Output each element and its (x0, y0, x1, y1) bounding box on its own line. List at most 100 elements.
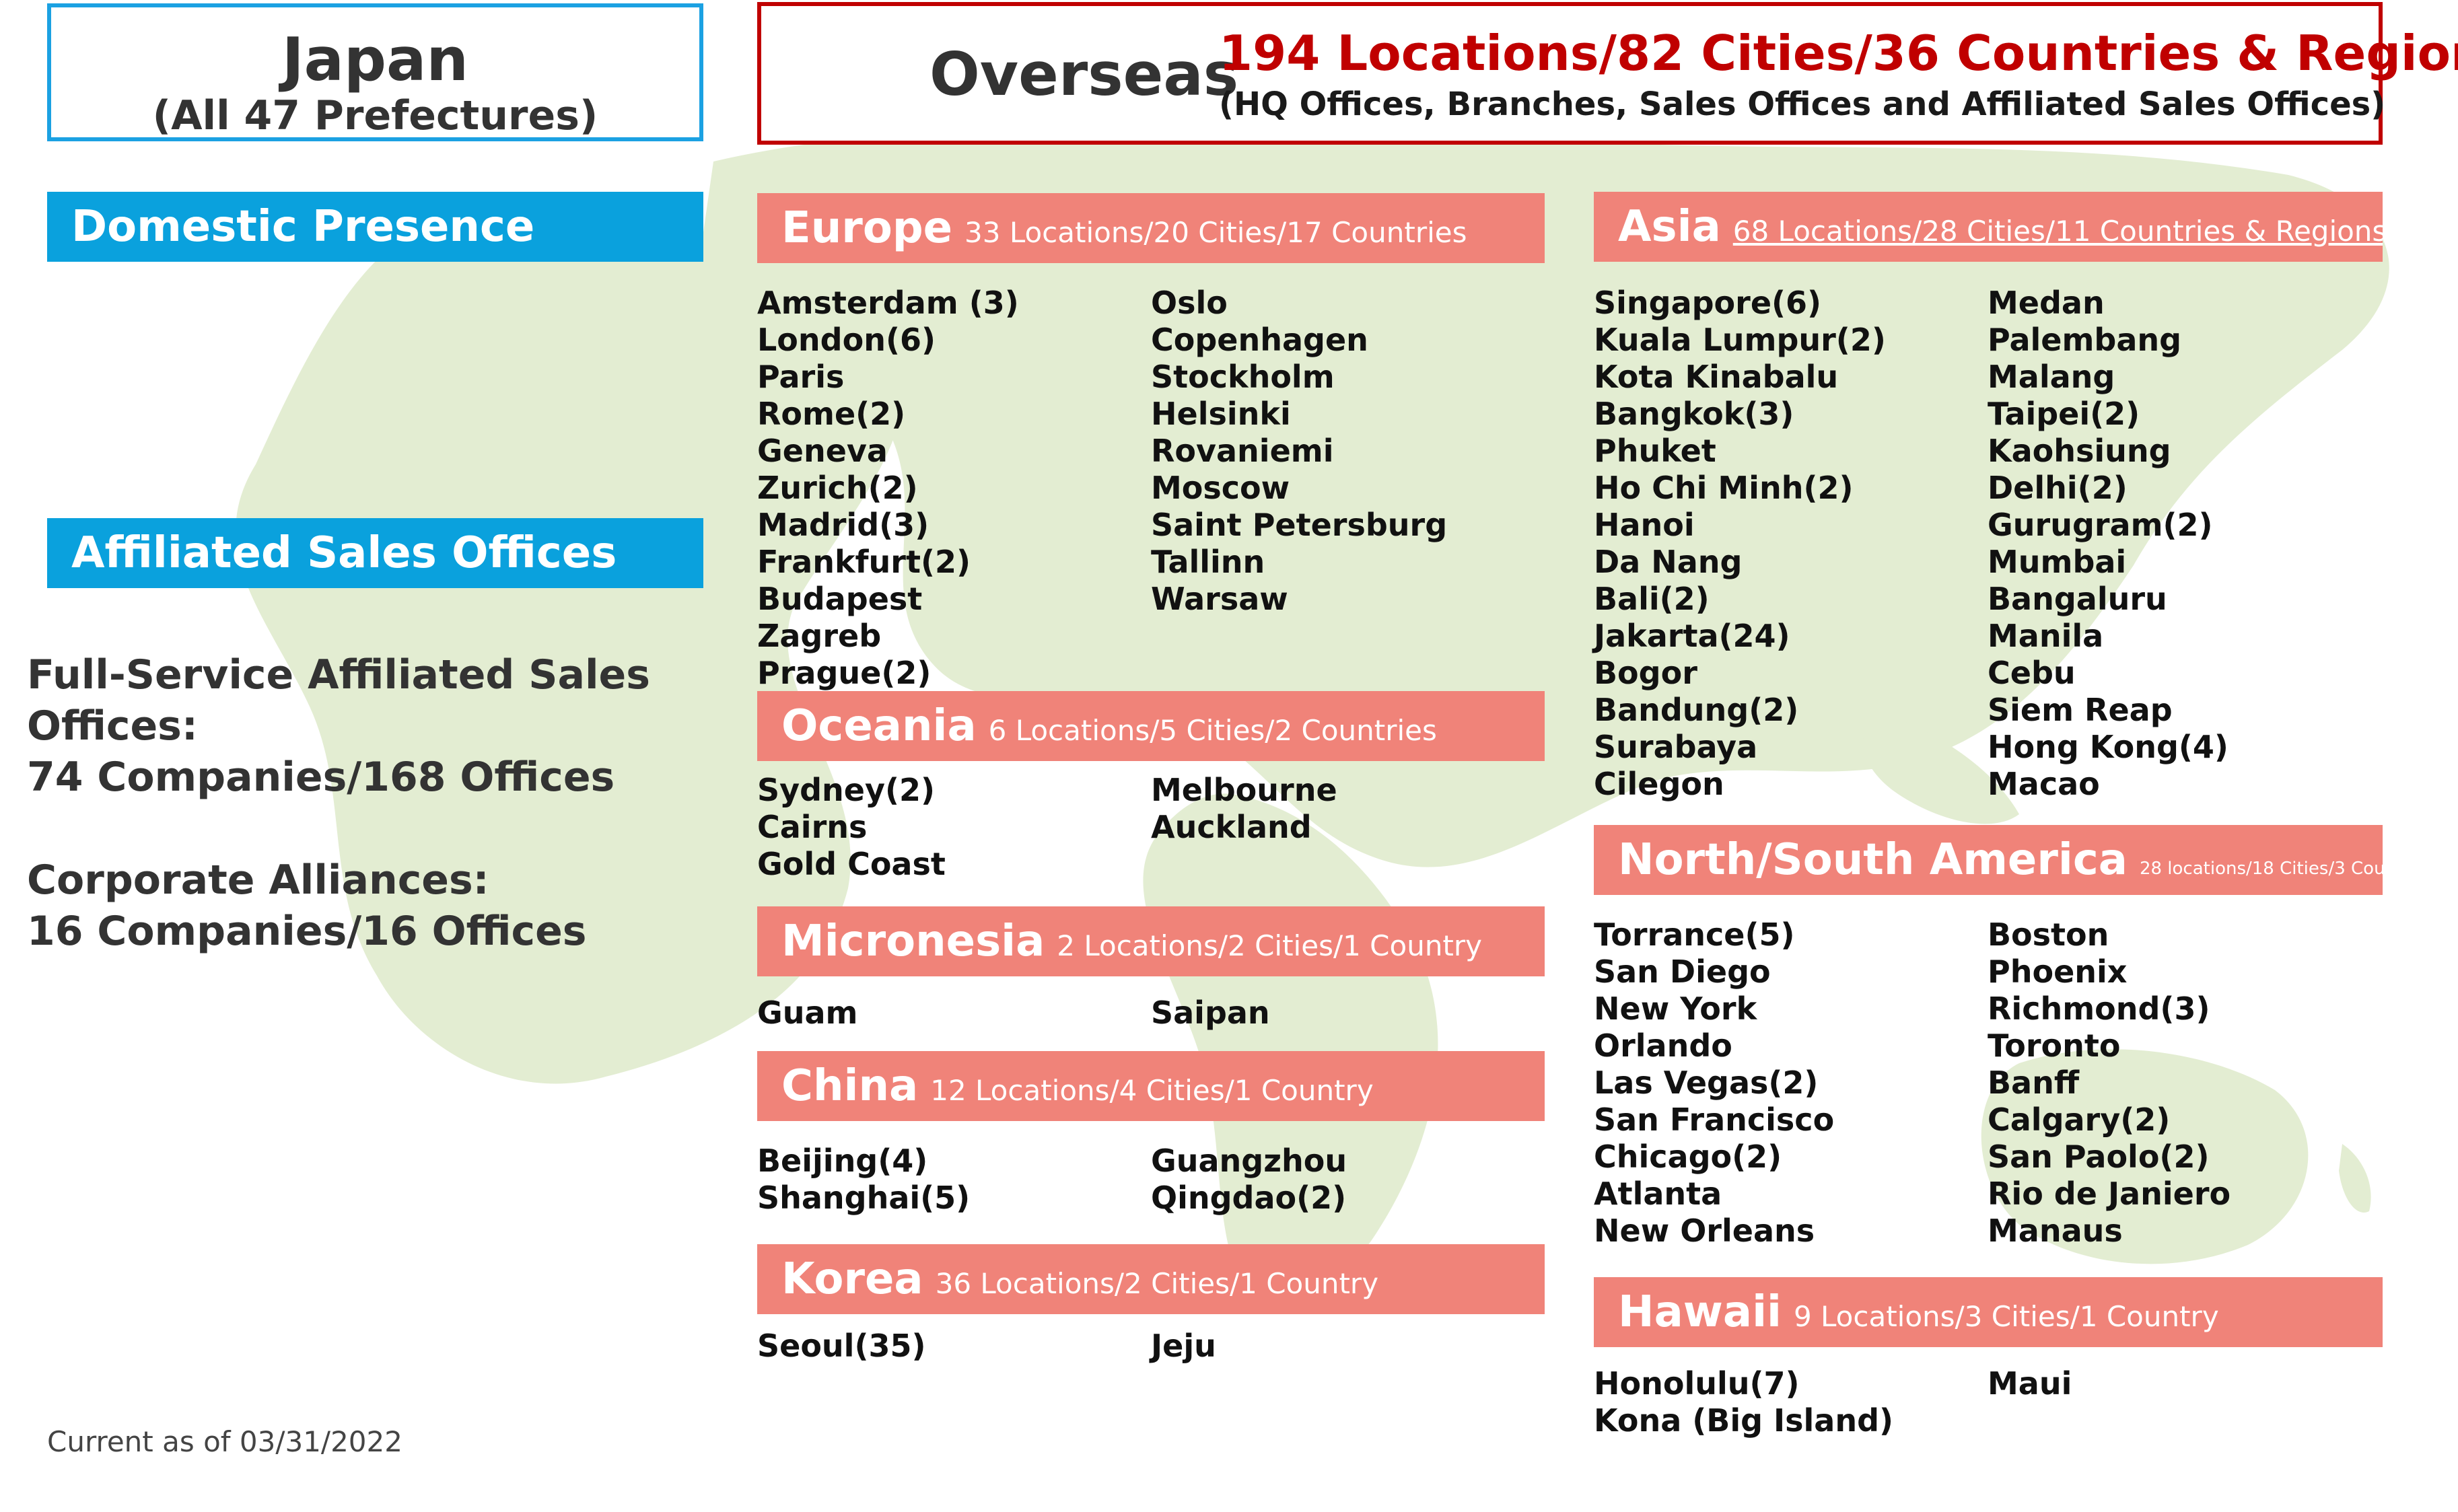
region-name: Oceania (781, 701, 977, 751)
city-item: Hong Kong(4) (1988, 729, 2228, 765)
micronesia-cities-col2: Saipan (1151, 995, 1270, 1032)
city-item: Macao (1988, 766, 2100, 802)
overseas-title: Overseas (929, 40, 1239, 109)
city-item: Rovaniemi (1151, 433, 1334, 469)
city-item: Bangkok(3) (1594, 396, 1794, 432)
city-item: Torrance(5) (1594, 916, 1795, 953)
corporate-alliances-summary: Corporate Alliances: 16 Companies/16 Off… (27, 855, 586, 957)
city-item: Singapore(6) (1594, 285, 1822, 321)
full-service-line: Full-Service Affiliated Sales (27, 651, 650, 698)
city-item: Beijing(4) (757, 1143, 928, 1179)
city-item: Bandung(2) (1594, 692, 1799, 728)
region-header-korea: Korea 36 Locations/2 Cities/1 Country (757, 1244, 1545, 1314)
city-item: Kona (Big Island) (1594, 1402, 1894, 1439)
region-name: North/South America (1618, 835, 2128, 885)
city-item: Jakarta(24) (1594, 618, 1790, 654)
city-item: Phuket (1594, 433, 1716, 469)
city-item: New Orleans (1594, 1213, 1815, 1249)
city-item: Maui (1988, 1365, 2072, 1402)
city-item: Bangaluru (1988, 581, 2167, 617)
region-stats: 68 Locations/28 Cities/11 Countries & Re… (1732, 215, 2383, 248)
region-header-europe: Europe 33 Locations/20 Cities/17 Countrie… (757, 193, 1545, 263)
city-item: Delhi(2) (1988, 470, 2128, 506)
city-item: Warsaw (1151, 581, 1288, 617)
city-item: San Paolo(2) (1988, 1139, 2210, 1175)
city-item: Auckland (1151, 809, 1312, 845)
city-item: Paris (757, 359, 845, 395)
city-item: San Diego (1594, 953, 1771, 990)
city-item: Gurugram(2) (1988, 507, 2213, 543)
city-item: Stockholm (1151, 359, 1335, 395)
city-item: Boston (1988, 916, 2109, 953)
city-item: Shanghai(5) (757, 1180, 971, 1216)
city-item: Qingdao(2) (1151, 1180, 1347, 1216)
city-item: Saipan (1151, 995, 1270, 1031)
region-stats: 36 Locations/2 Cities/1 Country (935, 1267, 1379, 1300)
city-item: Budapest (757, 581, 923, 617)
america-cities-col1: Torrance(5) San Diego New York Orlando Las V… (1594, 916, 1834, 1250)
city-item: Chicago(2) (1594, 1139, 1782, 1175)
asia-cities-col1: Singapore(6) Kuala Lumpur(2) Kota Kinabalu… (1594, 285, 1886, 803)
asia-cities-col2: Medan Palembang Malang Taipei(2) Kaohsiung De… (1988, 285, 2228, 803)
city-item: Bogor (1594, 655, 1697, 691)
europe-cities-col2: Oslo Copenhagen Stockholm Helsinki Rovaniemi… (1151, 285, 1447, 618)
city-item: Saint Petersburg (1151, 507, 1448, 543)
city-item: Mumbai (1988, 544, 2127, 580)
america-cities-col2: Boston Phoenix Richmond(3) Toronto Banff Calg… (1988, 916, 2231, 1250)
korea-cities-col1: Seoul(35) (757, 1328, 926, 1365)
full-service-summary: Full-Service Affiliated Sales Offices: 7… (27, 649, 650, 803)
city-item: Manaus (1988, 1213, 2123, 1249)
city-item: Guangzhou (1151, 1143, 1347, 1179)
region-header-asia: Asia 68 Locations/28 Cities/11 Countries … (1594, 192, 2383, 262)
city-item: Helsinki (1151, 396, 1291, 432)
as-of-date: Current as of 03/31/2022 (47, 1425, 402, 1458)
city-item: Taipei(2) (1988, 396, 2140, 432)
city-item: Cairns (757, 809, 868, 845)
city-item: Tallinn (1151, 544, 1265, 580)
region-name: Korea (781, 1254, 923, 1304)
region-stats: 33 Locations/20 Cities/17 Countries (964, 216, 1467, 249)
affiliated-sales-offices-bar: Affiliated Sales Offices (47, 518, 703, 588)
city-item: San Francisco (1594, 1102, 1835, 1138)
city-item: Frankfurt(2) (757, 544, 971, 580)
city-item: London(6) (757, 322, 936, 358)
city-item: Honolulu(7) (1594, 1365, 1800, 1402)
full-service-count: 74 Companies/168 Offices (27, 754, 615, 801)
alliances-label: Corporate Alliances: (27, 857, 489, 904)
hawaii-cities-col1: Honolulu(7) Kona (Big Island) (1594, 1365, 1893, 1439)
region-header-china: China 12 Locations/4 Cities/1 Country (757, 1051, 1545, 1121)
city-item: Kaohsiung (1988, 433, 2171, 469)
city-item: Prague(2) (757, 655, 932, 691)
city-item: Phoenix (1988, 953, 2128, 990)
region-header-micronesia: Micronesia 2 Locations/2 Cities/1 Country (757, 906, 1545, 976)
city-item: Orlando (1594, 1028, 1732, 1064)
micronesia-cities-col1: Guam (757, 995, 857, 1032)
china-cities-col1: Beijing(4) Shanghai(5) (757, 1143, 970, 1217)
city-item: Da Nang (1594, 544, 1743, 580)
overseas-header-box: Overseas 194 Locations/82 Cities/36 Coun… (757, 2, 2458, 145)
city-item: Malang (1988, 359, 2115, 395)
oceania-cities-col2: Melbourne Auckland (1151, 772, 1337, 846)
city-item: Sydney(2) (757, 772, 936, 808)
city-item: Amsterdam (3) (757, 285, 1019, 321)
city-item: Madrid(3) (757, 507, 929, 543)
city-item: Medan (1988, 285, 2105, 321)
city-item: Las Vegas(2) (1594, 1065, 1819, 1101)
city-item: Ho Chi Minh(2) (1594, 470, 1854, 506)
region-header-hawaii: Hawaii 9 Locations/3 Cities/1 Country (1594, 1277, 2383, 1347)
korea-cities-col2: Jeju (1151, 1328, 1216, 1365)
city-item: Atlanta (1594, 1176, 1722, 1212)
city-item: Bali(2) (1594, 581, 1710, 617)
region-header-oceania: Oceania 6 Locations/5 Cities/2 Countries (757, 691, 1545, 761)
city-item: Cilegon (1594, 766, 1724, 802)
city-item: Zurich(2) (757, 470, 918, 506)
domestic-presence-bar: Domestic Presence (47, 192, 703, 262)
city-item: Geneva (757, 433, 888, 469)
city-item: Moscow (1151, 470, 1290, 506)
city-item: Hanoi (1594, 507, 1695, 543)
full-service-line: Offices: (27, 703, 198, 750)
region-name: Europe (781, 203, 953, 253)
city-item: Seoul(35) (757, 1328, 926, 1364)
city-item: Rome(2) (757, 396, 906, 432)
city-item: Manila (1988, 618, 2104, 654)
